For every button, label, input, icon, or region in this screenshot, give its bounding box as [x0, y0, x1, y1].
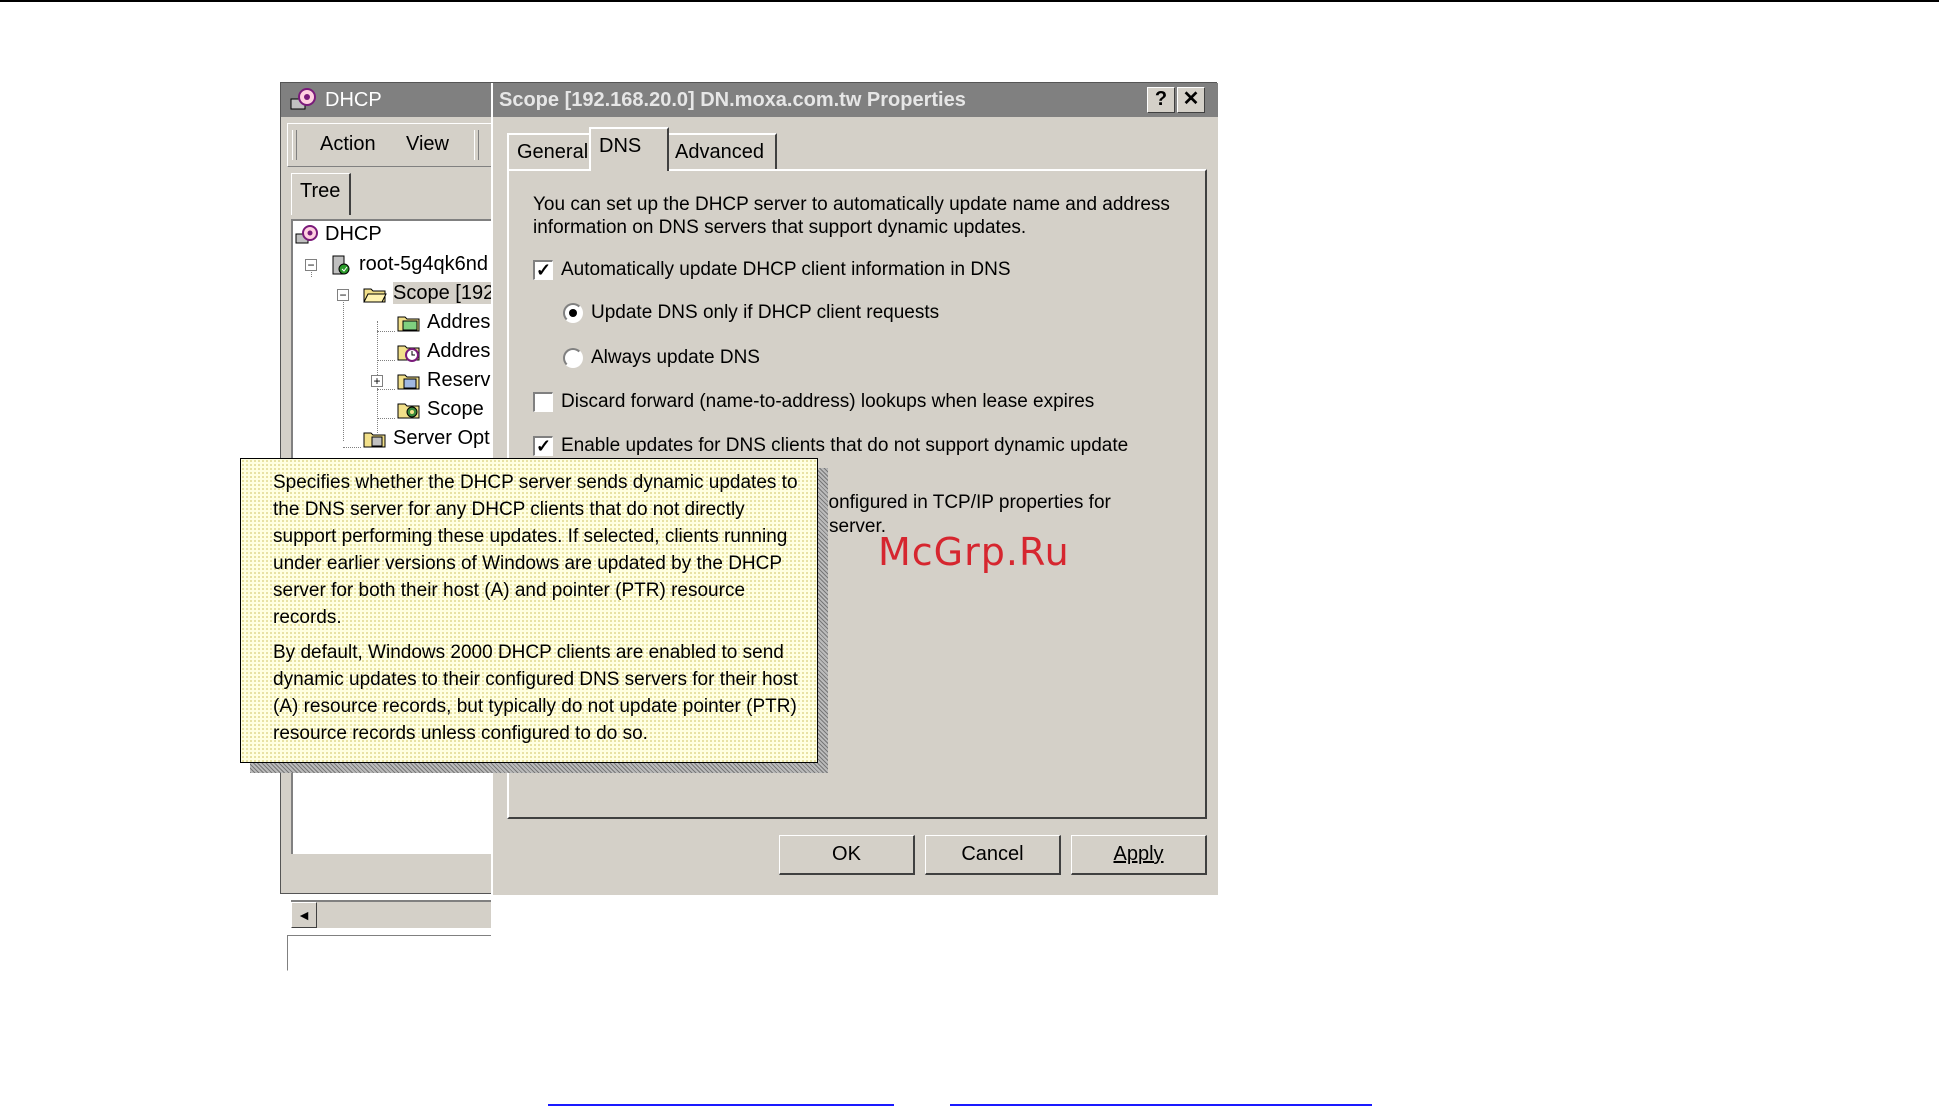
tab-tree-label: Tree [300, 180, 341, 202]
menu-action-label: Action [320, 133, 376, 155]
tree-node-server-options[interactable]: Server Opt [363, 427, 490, 450]
radio-unselected-icon [563, 347, 583, 368]
tab-tree[interactable]: Tree [291, 173, 351, 215]
menu-action[interactable]: Action [320, 133, 376, 156]
scope-options-icon [397, 403, 420, 419]
auto-update-label: Automatically update DHCP client informa… [561, 259, 1011, 280]
cancel-button[interactable]: Cancel [925, 835, 1061, 875]
menu-view[interactable]: View [406, 133, 449, 156]
tree-node-address-pool[interactable]: Addres [397, 311, 490, 334]
bottom-link-underline[interactable] [548, 1104, 894, 1106]
tab-general[interactable]: General [507, 133, 593, 171]
toolbar-grip-2[interactable] [474, 130, 479, 160]
cancel-label: Cancel [961, 843, 1024, 865]
tree-node-label: Scope [427, 398, 484, 420]
address-leases-icon [397, 345, 420, 362]
reservations-icon [397, 374, 420, 390]
tree-node-server[interactable]: root-5g4qk6nd [329, 253, 488, 276]
horizontal-scrollbar[interactable]: ◄ [291, 900, 491, 928]
radio-always-update-label: Always update DNS [591, 347, 760, 368]
apply-button[interactable]: Apply [1071, 835, 1207, 875]
tree-node-label: root-5g4qk6nd [359, 253, 488, 275]
ok-button[interactable]: OK [779, 835, 915, 875]
tree-node-label: Addres [427, 340, 491, 362]
tree-node-label: Scope [192 [393, 282, 491, 304]
collapse-toggle[interactable]: − [305, 259, 317, 271]
tab-label: Advanced [675, 141, 764, 163]
server-options-icon [363, 432, 386, 448]
tree-node-label: Server Opt [393, 427, 490, 449]
help-icon: ? [1154, 88, 1168, 110]
enable-updates-label: Enable updates for DNS clients that do n… [561, 435, 1129, 456]
menu-view-label: View [406, 133, 449, 155]
tree-node-address-leases[interactable]: Addres [397, 340, 490, 363]
tree-line [343, 291, 344, 441]
obscured-text-line: configured in TCP/IP properties for [819, 492, 1111, 513]
dialog-title-bar[interactable]: Scope [192.168.20.0] DN.moxa.com.tw Prop… [493, 83, 1218, 117]
tab-advanced[interactable]: Advanced [665, 133, 777, 171]
address-pool-icon [397, 316, 420, 332]
whats-this-popup[interactable]: Specifies whether the DHCP server sends … [240, 458, 818, 763]
ok-label: OK [832, 843, 861, 865]
bottom-link-underline[interactable] [950, 1104, 1372, 1106]
checkbox-unchecked-icon [533, 391, 553, 412]
radio-update-on-request[interactable]: Update DNS only if DHCP client requests [563, 302, 939, 324]
dns-description: You can set up the DHCP server to automa… [533, 194, 1170, 238]
tree-line [343, 447, 361, 448]
discard-lookups-label: Discard forward (name-to-address) lookup… [561, 391, 1095, 412]
tree-line [377, 331, 395, 332]
apply-label: Apply [1113, 843, 1164, 865]
tab-label: General [517, 141, 589, 163]
close-button[interactable]: ✕ [1177, 87, 1205, 113]
auto-update-checkbox[interactable]: ✓ Automatically update DHCP client inform… [533, 259, 1011, 281]
mmc-title-bar: DHCP [281, 83, 491, 117]
discard-lookups-checkbox[interactable]: Discard forward (name-to-address) lookup… [533, 391, 1094, 413]
help-button[interactable]: ? [1147, 87, 1175, 113]
radio-update-on-request-label: Update DNS only if DHCP client requests [591, 302, 940, 323]
enable-updates-checkbox[interactable]: ✓ Enable updates for DNS clients that do … [533, 435, 1128, 457]
tree-line [377, 389, 395, 390]
dialog-title: Scope [192.168.20.0] DN.moxa.com.tw Prop… [499, 89, 966, 111]
dhcp-icon [290, 88, 316, 110]
dhcp-icon [295, 224, 318, 244]
popup-paragraph: By default, Windows 2000 DHCP clients ar… [273, 642, 798, 744]
checkbox-checked-icon: ✓ [533, 435, 553, 456]
radio-always-update[interactable]: Always update DNS [563, 347, 760, 369]
folder-open-icon [363, 288, 387, 303]
tree-node-label: Addres [427, 311, 491, 333]
menu-bar: Action View [287, 123, 491, 167]
toolbar-grip[interactable] [292, 130, 297, 160]
radio-selected-icon [563, 302, 583, 323]
status-bar [287, 935, 491, 971]
tree-node-reservations[interactable]: Reserv [397, 369, 490, 392]
checkbox-checked-icon: ✓ [533, 259, 553, 280]
mmc-title-text: DHCP [325, 89, 382, 111]
tab-dns[interactable]: DNS [589, 127, 669, 171]
scroll-left-button[interactable]: ◄ [291, 902, 317, 928]
tree-node-label: DHCP [325, 223, 382, 245]
expand-toggle[interactable]: + [371, 375, 383, 387]
tree-line [377, 360, 395, 361]
top-rule [0, 0, 1939, 2]
tree-line [377, 418, 395, 419]
tree-node-scope[interactable]: Scope [192 [363, 282, 491, 305]
collapse-toggle[interactable]: − [337, 289, 349, 301]
tab-label: DNS [599, 135, 642, 157]
tree-node-label: Reserv [427, 369, 491, 391]
popup-paragraph: Specifies whether the DHCP server sends … [273, 472, 798, 628]
tree-node-scope-options[interactable]: Scope [397, 398, 484, 421]
close-icon: ✕ [1182, 88, 1200, 110]
tree-node-dhcp[interactable]: DHCP [295, 223, 382, 246]
scroll-left-icon: ◄ [297, 907, 311, 923]
server-icon [332, 255, 350, 275]
watermark: McGrp.Ru [878, 530, 1070, 574]
